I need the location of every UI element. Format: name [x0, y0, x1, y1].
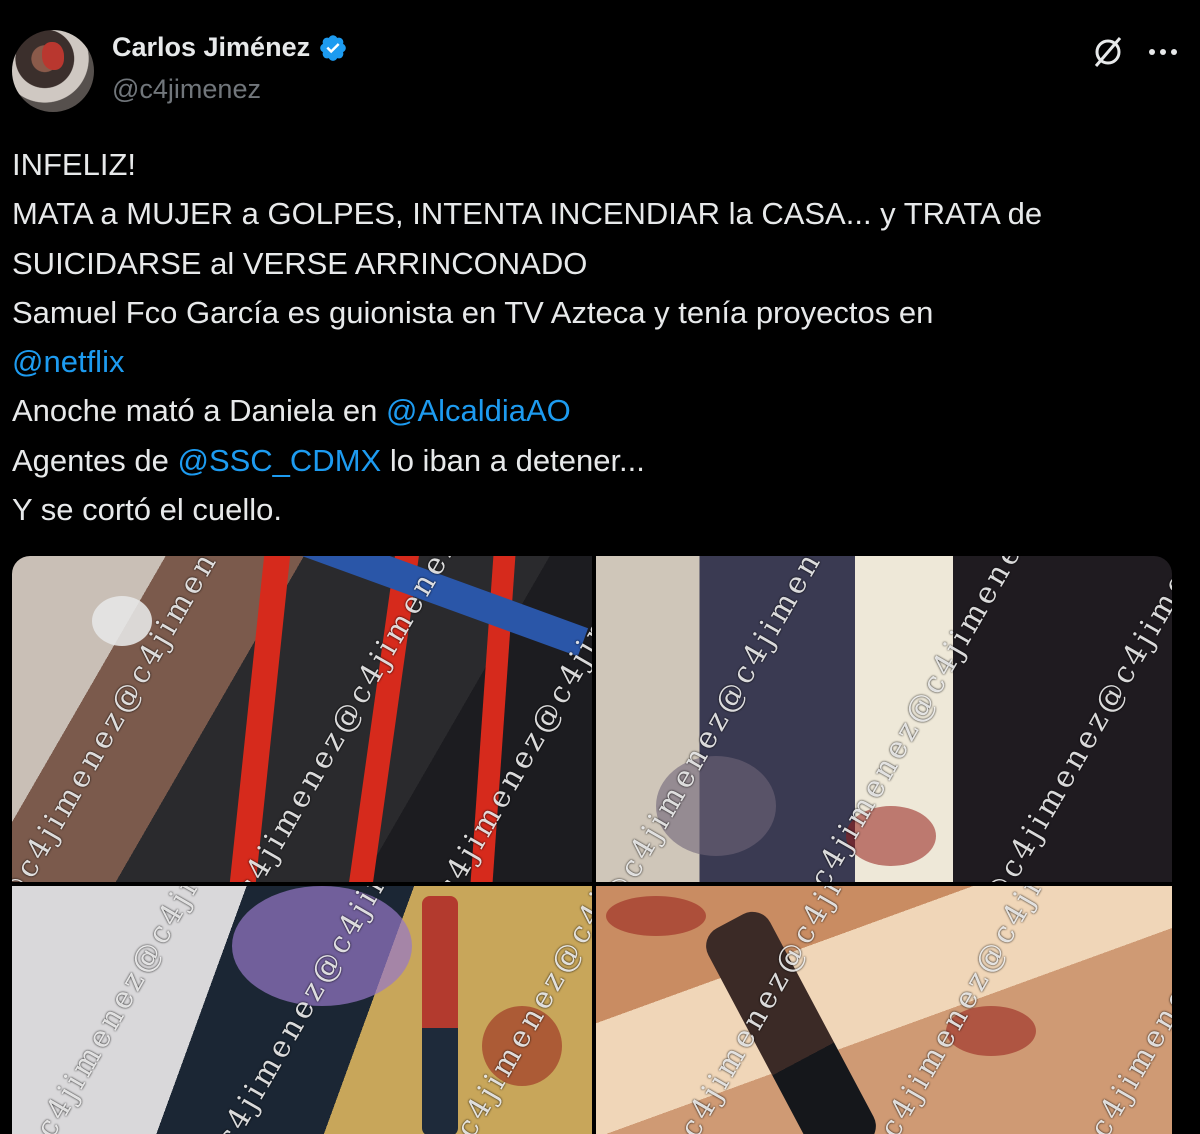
watermark: @c4jimenez@c4jimenez@c4jimenez [976, 556, 1172, 882]
author-name-row: Carlos Jiménez [112, 32, 348, 63]
tweet-line: Samuel Fco García es guionista en TV Azt… [12, 294, 934, 330]
tweet-line: SUICIDARSE al VERSE ARRINCONADO [12, 245, 588, 281]
mention-link-ssc[interactable]: @SSC_CDMX [177, 443, 381, 478]
verified-badge-icon [320, 34, 346, 61]
tweet-line: Agentes de [12, 442, 178, 478]
header-actions [1090, 34, 1178, 70]
tweet-line: MATA a MUJER a GOLPES, INTENTA INCENDIAR… [12, 196, 1043, 232]
photo-1[interactable]: @c4jimenez@c4jimenez@c4jimenez @c4jimene… [12, 556, 592, 882]
mention-link-alcaldia[interactable]: @AlcaldiaAO [386, 393, 571, 428]
grok-icon[interactable] [1090, 34, 1126, 70]
avatar[interactable] [12, 30, 94, 112]
media-grid: @c4jimenez@c4jimenez@c4jimenez @c4jimene… [12, 556, 1172, 1134]
display-name[interactable]: Carlos Jiménez [112, 32, 310, 63]
mention-link-netflix[interactable]: @netflix [12, 344, 124, 379]
photo-4[interactable]: @c4jimenez@c4jimenez@c4jimenez @c4jimene… [596, 886, 1172, 1134]
tweet-line: Anoche mató a Daniela en [12, 393, 386, 429]
tweet-line: lo iban a detener... [381, 442, 645, 478]
photo-2[interactable]: @c4jimenez@c4jimenez@c4jimenez @c4jimene… [596, 556, 1172, 882]
tweet-line: INFELIZ! [12, 147, 137, 182]
watermark: @c4jimenez@c4jimenez@c4jimenez [12, 556, 359, 882]
tweet-text: INFELIZ! MATA a MUJER a GOLPES, INTENTA … [12, 140, 1188, 534]
tweet-line: Y se cortó el cuello. [12, 492, 282, 528]
watermark: @c4jimenez@c4jimenez@c4jimenez [1066, 886, 1172, 1134]
more-options-icon[interactable] [1148, 47, 1178, 57]
tweet-header: Carlos Jiménez @c4jimenez [12, 22, 1188, 112]
author-handle[interactable]: @c4jimenez [112, 74, 261, 105]
photo-3[interactable]: @c4jimenez@c4jimenez@c4jimenez @c4jimene… [12, 886, 592, 1134]
